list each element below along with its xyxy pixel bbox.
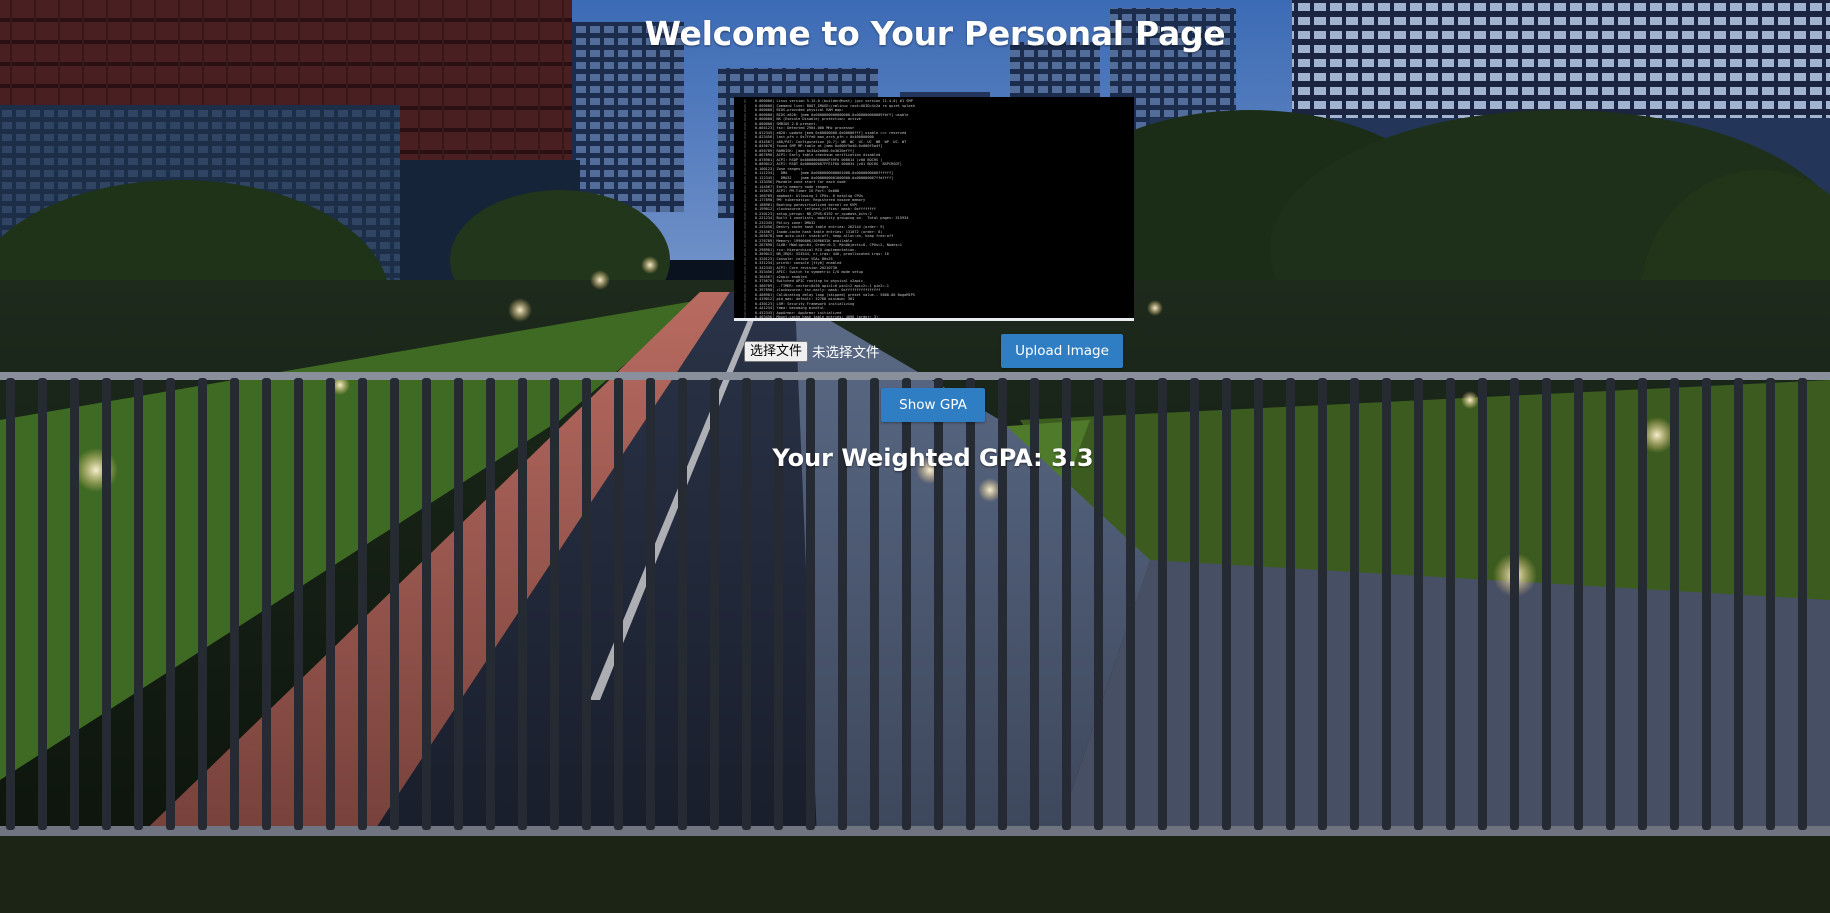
upload-image-button[interactable]: Upload Image [1001, 334, 1123, 368]
terminal-log-image: [ 0.000000] Linux version 5.15.0 (builde… [744, 99, 915, 319]
choose-file-button[interactable]: 选择文件 [744, 340, 809, 362]
show-gpa-button[interactable]: Show GPA [881, 388, 985, 422]
file-status-label: 未选择文件 [812, 345, 880, 361]
page-title: Welcome to Your Personal Page [644, 14, 1226, 53]
personal-page: Welcome to Your Personal Page [ 0.000000… [0, 0, 1830, 913]
gpa-result-text: Your Weighted GPA: 3.3 [772, 444, 1094, 472]
uploaded-image-preview: [ 0.000000] Linux version 5.15.0 (builde… [734, 97, 1134, 321]
file-upload-row: 选择文件 未选择文件 [744, 340, 880, 362]
